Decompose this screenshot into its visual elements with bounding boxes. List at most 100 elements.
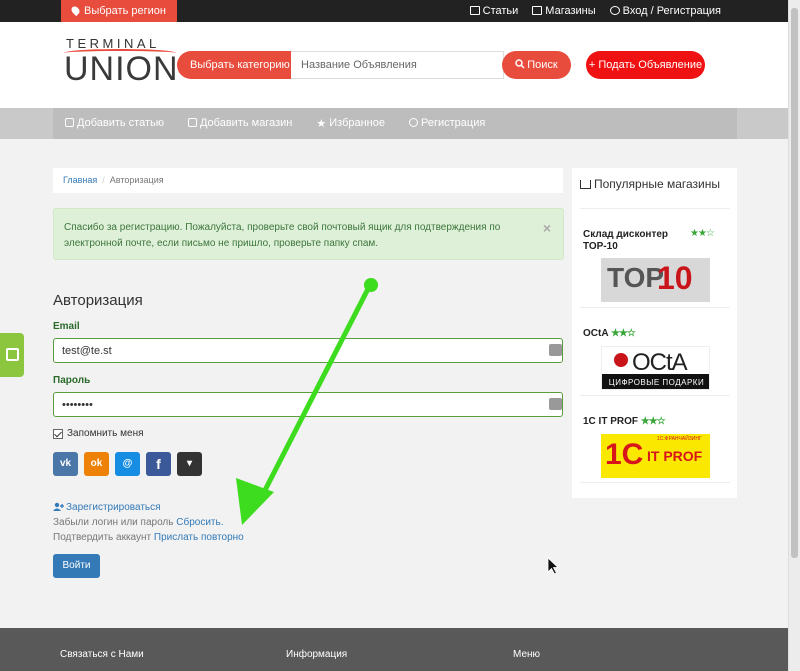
mouse-cursor-icon — [547, 557, 560, 575]
social-login-buttons: vk ok @ f ▾ — [53, 452, 202, 476]
select-region-button[interactable]: Выбрать регион — [61, 0, 177, 22]
top-links: Статьи Магазины Вход / Регистрация — [469, 0, 721, 22]
shop-logo-top10[interactable]: TOP 10 — [601, 258, 710, 302]
user-icon — [409, 118, 418, 127]
vk-login-button[interactable]: vk — [53, 452, 78, 476]
password-manager-icon[interactable] — [549, 344, 562, 356]
breadcrumb-current: Авторизация — [109, 175, 164, 185]
shops-link-label: Магазины — [545, 5, 596, 17]
facebook-login-button[interactable]: f — [146, 452, 171, 476]
breadcrumb-separator: / — [102, 175, 105, 185]
shop-name-label: Склад дисконтер ТОР-10 — [583, 229, 669, 252]
shop-name-label: OCtA — [583, 328, 609, 339]
top-bar: Выбрать регион Статьи Магазины Вход / Ре… — [0, 0, 788, 22]
scrollbar-thumb[interactable] — [791, 8, 798, 558]
divider — [580, 307, 730, 308]
shop-name-top10[interactable]: Склад дисконтер ТОР-10 — [583, 229, 688, 253]
shops-link[interactable]: Магазины — [532, 0, 596, 22]
alert-text: Спасибо за регистрацию. Пожалуйста, пров… — [64, 222, 501, 249]
remember-me-label: Запомнить меня — [67, 428, 144, 439]
remember-me-checkbox[interactable] — [53, 428, 63, 439]
forgot-password-text: Забыли логин или пароль Сбросить. — [53, 517, 223, 528]
shop-name-1c[interactable]: 1С IT PROF ★★☆ — [583, 416, 666, 428]
nav-add-article[interactable]: Добавить статью — [53, 108, 176, 139]
register-link-label: Зарегистрироваться — [66, 502, 161, 513]
translate-icon — [6, 348, 19, 361]
logo-text: OCtA — [632, 349, 688, 376]
popular-shops-sidebar: Популярные магазины Склад дисконтер ТОР-… — [572, 168, 737, 498]
scrollbar[interactable] — [788, 0, 800, 671]
sidebar-title: Популярные магазины — [580, 177, 730, 191]
confirm-account-text: Подтвердить аккаунт Прислать повторно — [53, 532, 244, 543]
divider — [580, 482, 730, 483]
logo-mark — [614, 353, 628, 367]
logo-text: 1C — [605, 438, 644, 471]
divider — [580, 208, 730, 209]
star-icon: ★ — [316, 118, 327, 130]
rating-stars: ★★☆ — [690, 228, 715, 239]
side-feedback-tab[interactable] — [0, 333, 24, 377]
nav-add-shop-label: Добавить магазин — [199, 117, 293, 129]
footer: Связаться с Нами Информация Меню — [0, 628, 788, 671]
edit-icon — [469, 6, 480, 15]
remember-me[interactable]: Запомнить меня — [53, 428, 144, 439]
edit-icon — [65, 118, 74, 127]
success-alert: Спасибо за регистрацию. Пожалуйста, пров… — [53, 208, 564, 260]
logo-text: IT PROF — [647, 448, 703, 464]
sidebar-title-label: Популярные магазины — [594, 177, 720, 191]
password-manager-icon[interactable] — [549, 398, 562, 410]
shop-logo-1c[interactable]: 1C 1С:ФРАНЧАЙЗИНГ IT PROF — [601, 434, 710, 478]
rating-stars: ★★☆ — [610, 328, 636, 339]
breadcrumb: Главная / Авторизация — [53, 168, 563, 193]
mailru-login-button[interactable]: @ — [115, 452, 140, 476]
login-register-link[interactable]: Вход / Регистрация — [609, 0, 721, 22]
logo-text: ЦИФРОВЫЕ ПОДАРКИ — [602, 374, 709, 389]
login-button[interactable]: Войти — [53, 554, 100, 578]
basket-icon — [187, 118, 197, 127]
shop-name-label: 1С IT PROF — [583, 416, 639, 427]
shop-logo-octa[interactable]: OCtA ЦИФРОВЫЕ ПОДАРКИ — [601, 346, 710, 390]
add-user-icon — [53, 502, 64, 511]
page-title: Авторизация — [53, 292, 143, 309]
search-button-label: Поиск — [527, 59, 558, 71]
nav-registration[interactable]: Регистрация — [397, 108, 497, 139]
password-field[interactable] — [53, 392, 563, 417]
more-socials-button[interactable]: ▾ — [177, 452, 202, 476]
email-field[interactable] — [53, 338, 563, 363]
reset-password-link[interactable]: Сбросить. — [176, 517, 223, 528]
logo-text: 1С:ФРАНЧАЙЗИНГ — [657, 436, 702, 442]
odnoklassniki-login-button[interactable]: ok — [84, 452, 109, 476]
register-link[interactable]: Зарегистрироваться — [53, 502, 161, 513]
rating-stars: ★★☆ — [640, 416, 666, 427]
search-input[interactable] — [291, 51, 504, 79]
nav-favorites[interactable]: ★ Избранное — [304, 108, 397, 139]
password-label: Пароль — [53, 375, 91, 386]
header: TERMINAL UNION Выбрать категорию Поиск +… — [0, 22, 788, 108]
search-icon — [515, 59, 525, 69]
annotation-arrowhead — [236, 478, 274, 525]
select-category-button[interactable]: Выбрать категорию — [177, 51, 291, 79]
basket-icon — [532, 6, 543, 15]
site-logo[interactable]: TERMINAL UNION — [64, 36, 179, 98]
articles-link-label: Статьи — [482, 5, 519, 17]
nav-registration-label: Регистрация — [421, 117, 486, 129]
logo-bottom-text: UNION — [64, 50, 179, 88]
footer-contact-heading: Связаться с Нами — [60, 649, 144, 660]
nav-add-article-label: Добавить статью — [77, 117, 164, 129]
nav-add-shop[interactable]: Добавить магазин — [176, 108, 304, 139]
email-label: Email — [53, 321, 80, 332]
footer-menu-heading: Меню — [513, 649, 541, 660]
confirm-account-label: Подтвердить аккаунт — [53, 532, 152, 543]
logo-text: TOP — [607, 262, 665, 293]
resend-confirmation-link[interactable]: Прислать повторно — [154, 532, 244, 543]
basket-icon — [580, 180, 591, 189]
nav-favorites-label: Избранное — [329, 117, 385, 129]
close-icon[interactable]: × — [543, 220, 551, 236]
articles-link[interactable]: Статьи — [469, 0, 519, 22]
breadcrumb-home[interactable]: Главная — [63, 175, 97, 185]
shop-name-octa[interactable]: OCtA ★★☆ — [583, 328, 636, 340]
search-button[interactable]: Поиск — [502, 51, 571, 79]
footer-info-heading: Информация — [286, 649, 348, 660]
add-ad-button[interactable]: + Подать Объявление — [586, 51, 705, 79]
nav-bar: Добавить статью Добавить магазин ★ Избран… — [53, 108, 737, 139]
